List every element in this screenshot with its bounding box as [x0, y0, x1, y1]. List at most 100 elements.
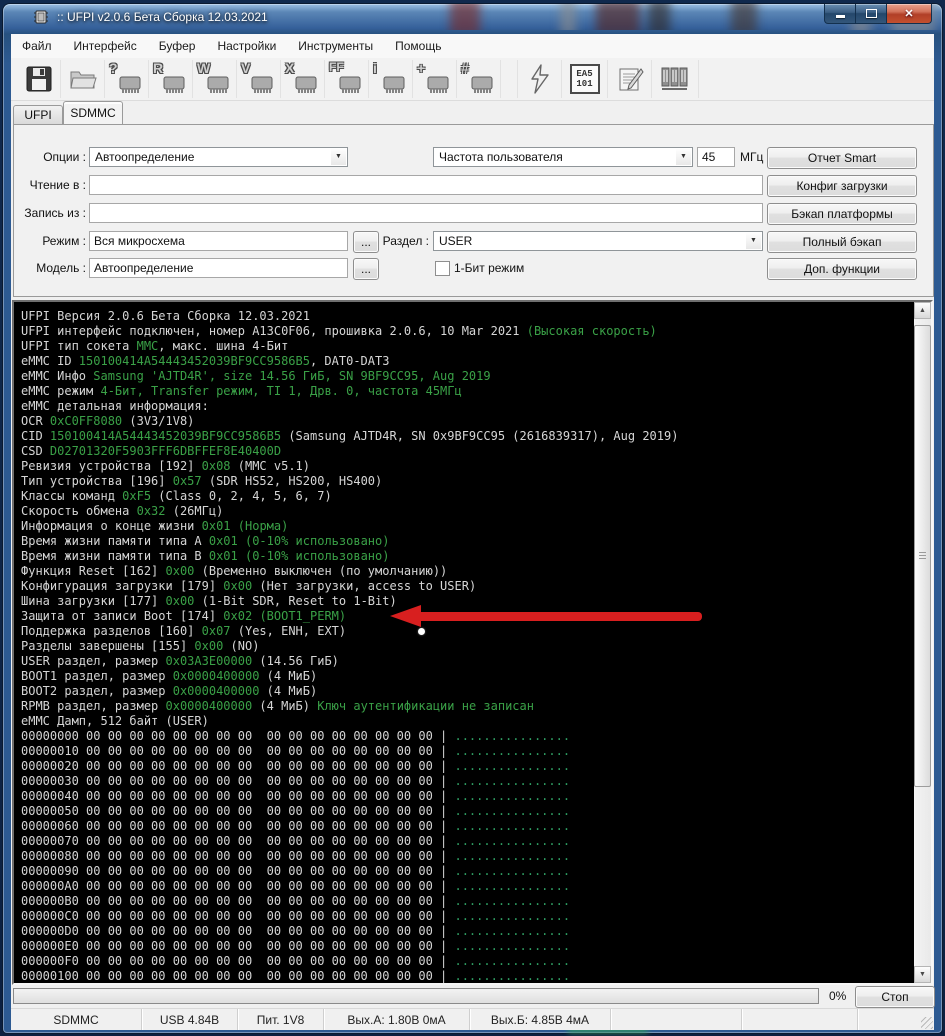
- folder-icon: [69, 71, 97, 89]
- open-button[interactable]: [61, 60, 105, 98]
- smart-report-button[interactable]: Отчет Smart: [767, 147, 917, 169]
- mode-label: Режим :: [42, 234, 86, 248]
- maximize-button[interactable]: [856, 4, 886, 24]
- menu-interface[interactable]: Интерфейс: [63, 34, 148, 58]
- chip-read-glyph: R: [153, 60, 164, 76]
- log-line: 00000050 00 00 00 00 00 00 00 00 00 00 0…: [21, 804, 571, 818]
- chip-verify-glyph: V: [241, 60, 251, 76]
- status-output-b: Вых.Б: 4.85В 4мА: [470, 1009, 611, 1030]
- log-line: 00000030 00 00 00 00 00 00 00 00 00 00 0…: [21, 774, 571, 788]
- log-line: Функция Reset [162] 0x00 (Временно выклю…: [21, 564, 448, 578]
- status-usb-voltage: USB 4.84В: [142, 1009, 238, 1030]
- full-backup-button[interactable]: Полный бэкап: [767, 231, 917, 253]
- notepad-pencil-icon: [619, 68, 644, 91]
- log-line: Ревизия устройства [192] 0x08 (MMC v5.1): [21, 459, 311, 473]
- maximize-icon: [865, 9, 877, 18]
- app-window: :: UFPI v2.0.6 Бета Сборка 12.03.2021 ✕ …: [3, 4, 942, 1033]
- memory-modules-button[interactable]: [652, 60, 699, 98]
- chip-blankcheck-button[interactable]: FF: [325, 60, 369, 98]
- log-line: Разделы завершены [155] 0x00 (NO): [21, 639, 260, 653]
- boot-config-button[interactable]: Конфиг загрузки: [767, 175, 917, 197]
- lightning-icon: [530, 64, 549, 94]
- log-line: 00000040 00 00 00 00 00 00 00 00 00 00 0…: [21, 789, 571, 803]
- write-from-input[interactable]: [89, 203, 763, 223]
- log-line: 000000A0 00 00 00 00 00 00 00 00 00 00 0…: [21, 879, 571, 893]
- log-line: 00000080 00 00 00 00 00 00 00 00 00 00 0…: [21, 849, 571, 863]
- model-input[interactable]: Автоопределение: [89, 258, 348, 278]
- ram-modules-icon: [661, 67, 688, 90]
- terminal-scrollbar[interactable]: ▲ ▼: [914, 302, 931, 983]
- options-label: Опции :: [43, 150, 86, 164]
- scroll-down-button[interactable]: ▼: [914, 966, 931, 983]
- log-line: 00000070 00 00 00 00 00 00 00 00 00 00 0…: [21, 834, 571, 848]
- chip-serial-button[interactable]: #: [457, 60, 501, 98]
- tab-ufpi[interactable]: UFPI: [13, 105, 63, 124]
- frequency-dropdown[interactable]: Частота пользователя ▼: [433, 147, 693, 167]
- chip-erase-button[interactable]: X: [281, 60, 325, 98]
- log-line: Скорость обмена 0x32 (26МГц): [21, 504, 224, 518]
- sdmmc-tab-page: Опции : Автоопределение ▼ Частота пользо…: [13, 124, 934, 297]
- menu-buffer[interactable]: Буфер: [148, 34, 207, 58]
- resize-grip[interactable]: [921, 1017, 933, 1029]
- stop-button[interactable]: Стоп: [855, 986, 935, 1008]
- platform-backup-button[interactable]: Бэкап платформы: [767, 203, 917, 225]
- minimize-button[interactable]: [824, 4, 856, 24]
- model-browse-button[interactable]: ...: [353, 258, 379, 280]
- log-line: Поддержка разделов [160] 0x07 (Yes, ENH,…: [21, 624, 347, 638]
- log-line: CID 150100414A54443452039BF9CC9586B5 (Sa…: [21, 429, 679, 443]
- chip-info-button[interactable]: i: [369, 60, 413, 98]
- app-chip-icon: [34, 10, 48, 24]
- minimize-icon: [835, 15, 845, 18]
- mode-input[interactable]: Вся микросхема: [89, 231, 348, 251]
- log-line: 000000D0 00 00 00 00 00 00 00 00 00 00 0…: [21, 924, 571, 938]
- log-line: USER раздел, размер 0x03A3E00000 (14.56 …: [21, 654, 339, 668]
- log-line: 00000100 00 00 00 00 00 00 00 00 00 00 0…: [21, 969, 571, 983]
- scroll-thumb[interactable]: [914, 325, 931, 787]
- save-button[interactable]: [17, 60, 61, 98]
- adapter-ea5101-button[interactable]: EA5 101: [562, 60, 608, 98]
- close-button[interactable]: ✕: [886, 4, 932, 24]
- log-line: 000000E0 00 00 00 00 00 00 00 00 00 00 0…: [21, 939, 571, 953]
- menu-file[interactable]: Файл: [11, 34, 63, 58]
- title-bar[interactable]: :: UFPI v2.0.6 Бета Сборка 12.03.2021 ✕: [3, 4, 942, 30]
- menu-tools[interactable]: Инструменты: [287, 34, 384, 58]
- chip-add-button[interactable]: +: [413, 60, 457, 98]
- read-to-input[interactable]: [89, 175, 763, 195]
- chip-icon: [207, 76, 229, 93]
- log-notepad-button[interactable]: [608, 60, 652, 98]
- status-empty-2: [742, 1009, 858, 1030]
- frequency-input[interactable]: 45: [697, 147, 735, 167]
- window-title: :: UFPI v2.0.6 Бета Сборка 12.03.2021: [57, 10, 268, 24]
- log-line: UFPI интерфейс подключен, номер A13C0F06…: [21, 324, 657, 338]
- progress-percent: 0%: [829, 989, 847, 1003]
- extra-functions-button[interactable]: Доп. функции: [767, 258, 917, 280]
- log-line: Время жизни памяти типа B 0x01 (0-10% ис…: [21, 549, 390, 563]
- one-bit-checkbox[interactable]: [435, 261, 450, 276]
- log-line: eMMC Дамп, 512 байт (USER): [21, 714, 209, 728]
- chip-write-button[interactable]: W: [193, 60, 237, 98]
- menu-help[interactable]: Помощь: [384, 34, 452, 58]
- chip-identify-button[interactable]: ?: [105, 60, 149, 98]
- options-dropdown[interactable]: Автоопределение ▼: [89, 147, 348, 167]
- log-line: BOOT1 раздел, размер 0x0000400000 (4 МиБ…: [21, 669, 318, 683]
- one-bit-label: 1-Бит режим: [454, 261, 525, 275]
- chip-identify-glyph: ?: [109, 60, 118, 76]
- options-value: Автоопределение: [95, 150, 195, 164]
- chip-read-button[interactable]: R: [149, 60, 193, 98]
- menu-settings[interactable]: Настройки: [206, 34, 287, 58]
- tab-sdmmc[interactable]: SDMMC: [63, 101, 123, 124]
- chip-icon: [427, 76, 449, 93]
- scroll-up-button[interactable]: ▲: [914, 302, 931, 319]
- power-button[interactable]: [518, 60, 562, 98]
- chip-icon: [471, 76, 493, 93]
- chip-add-glyph: +: [417, 60, 426, 76]
- partition-dropdown[interactable]: USER ▼: [433, 231, 763, 251]
- partition-value: USER: [439, 234, 473, 248]
- chip-erase-glyph: X: [285, 60, 295, 76]
- chip-serial-glyph: #: [461, 60, 469, 76]
- write-from-label: Запись из :: [24, 206, 86, 220]
- toolbar: ? R W V X FF i + # EA5 101: [11, 58, 934, 101]
- log-line: eMMC Инфо Samsung 'AJTD4R', size 14.56 Г…: [21, 369, 491, 383]
- chip-verify-button[interactable]: V: [237, 60, 281, 98]
- terminal-log[interactable]: UFPI Версия 2.0.6 Бета Сборка 12.03.2021…: [14, 302, 914, 983]
